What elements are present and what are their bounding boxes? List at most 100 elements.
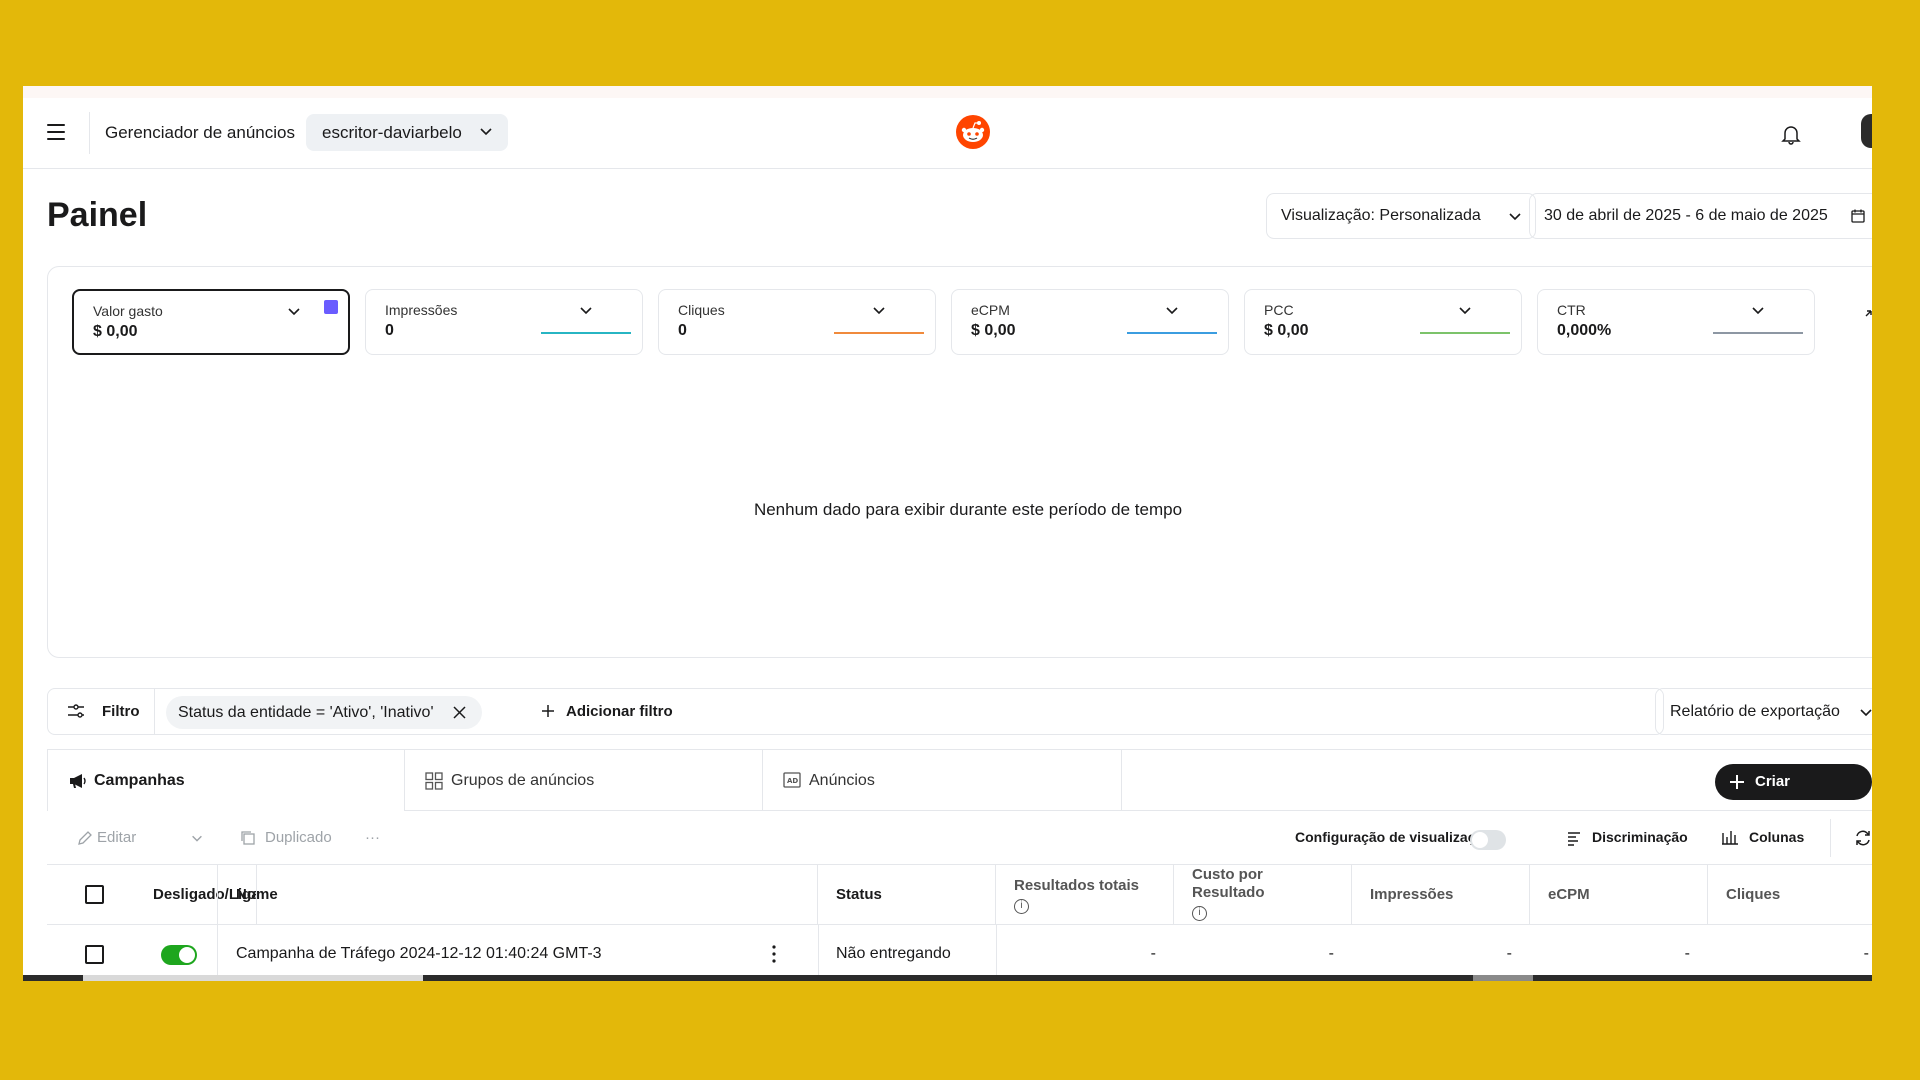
column-header-name-label: Nome <box>236 886 278 903</box>
metric-card-ctr[interactable]: CTR 0,000% <box>1537 289 1815 355</box>
table-row[interactable]: Campanha de Tráfego 2024-12-12 01:40:24 … <box>47 925 1872 981</box>
export-report-select[interactable]: Relatório de exportação <box>1655 688 1872 735</box>
breakdown-icon <box>1568 832 1580 846</box>
column-divider <box>818 925 819 981</box>
metric-label: Impressões <box>385 302 458 318</box>
tab-ads[interactable]: AD Anúncios <box>763 750 1122 811</box>
reddit-logo-icon[interactable] <box>955 114 991 150</box>
scrollbar-thumb[interactable] <box>1473 975 1533 981</box>
add-filter-button[interactable]: Adicionar filtro <box>541 689 673 734</box>
info-icon[interactable]: i <box>1014 899 1029 914</box>
columns-label: Colunas <box>1749 829 1805 845</box>
column-header-status[interactable]: Status <box>818 865 996 924</box>
app-window: Gerenciador de anúncios escritor-daviarb… <box>23 86 1872 981</box>
chevron-down-icon[interactable] <box>871 302 887 318</box>
collapse-icon[interactable] <box>1863 301 1872 319</box>
column-header-clicks[interactable]: Cliques <box>1708 865 1872 924</box>
top-strip <box>23 86 1872 98</box>
tab-label: Anúncios <box>809 772 875 789</box>
empty-chart-message: Nenhum dado para exibir durante este per… <box>753 500 1183 519</box>
metric-card-clicks[interactable]: Cliques 0 <box>658 289 936 355</box>
metric-card-ecpm[interactable]: eCPM $ 0,00 <box>951 289 1229 355</box>
page-title: Painel <box>47 196 148 234</box>
chevron-down-icon[interactable] <box>578 302 594 318</box>
filter-bar: Filtro Status da entidade = 'Ativo', 'In… <box>47 688 1664 735</box>
pencil-icon <box>78 831 92 845</box>
view-config-toggle[interactable] <box>1470 830 1506 850</box>
duplicate-label: Duplicado <box>265 829 332 846</box>
impressions-cell: - <box>1506 945 1512 962</box>
breakdown-label: Discriminação <box>1592 829 1688 845</box>
filter-chip[interactable]: Status da entidade = 'Ativo', 'Inativo' <box>166 696 482 729</box>
columns-button[interactable]: Colunas <box>1721 811 1804 864</box>
filter-sliders-icon <box>68 704 84 718</box>
table-header: Desligado/Ligado Nome Status Resultados … <box>47 865 1872 925</box>
filter-label: Filtro <box>102 703 140 720</box>
metric-value: 0 <box>385 322 394 339</box>
tab-ad-groups[interactable]: Grupos de anúncios <box>405 750 763 811</box>
avatar[interactable] <box>1861 114 1872 148</box>
column-header-results[interactable]: Resultados totais i <box>996 865 1174 924</box>
column-header-name[interactable]: Nome <box>217 865 818 924</box>
bell-icon[interactable] <box>1779 122 1803 146</box>
tab-label: Grupos de anúncios <box>451 772 595 789</box>
breakdown-button[interactable]: Discriminação <box>1566 811 1688 864</box>
entity-tabs: Campanhas Grupos de anúncios AD Anúncios <box>47 749 1872 811</box>
view-select[interactable]: Visualização: Personalizada <box>1266 193 1536 239</box>
account-selector[interactable]: escritor-daviarbelo <box>306 114 508 151</box>
filter-chip-text: Status da entidade = 'Ativo', 'Inativo' <box>178 704 434 721</box>
results-cell: - <box>1150 945 1156 962</box>
refresh-icon[interactable] <box>1853 828 1872 848</box>
chevron-down-icon <box>1509 213 1521 221</box>
info-icon[interactable]: i <box>1192 906 1207 921</box>
column-header-cost-label: Custo por Resultado <box>1192 866 1265 901</box>
chevron-down-icon <box>1860 709 1872 717</box>
chevron-down-icon[interactable] <box>1164 302 1180 318</box>
ecpm-cell: - <box>1684 945 1690 962</box>
chevron-down-icon[interactable] <box>1750 302 1766 318</box>
chevron-down-icon[interactable] <box>190 831 204 845</box>
metric-label: PCC <box>1264 302 1294 318</box>
create-campaign-button[interactable]: Criar campanha <box>1715 764 1872 826</box>
metric-value: $ 0,00 <box>1264 322 1309 339</box>
svg-text:AD: AD <box>787 777 798 785</box>
metric-card-spend[interactable]: Valor gasto $ 0,00 <box>72 289 350 355</box>
cost-per-result-cell: - <box>1328 945 1334 962</box>
copy-icon <box>241 831 255 845</box>
kebab-menu-icon[interactable] <box>772 945 776 963</box>
scrollbar-thumb[interactable] <box>83 975 423 981</box>
close-icon[interactable] <box>452 706 466 719</box>
column-header-cost-per-result[interactable]: Custo por Resultado i <box>1174 865 1352 924</box>
metric-card-impressions[interactable]: Impressões 0 <box>365 289 643 355</box>
plus-icon <box>542 705 554 717</box>
top-header: Gerenciador de anúncios escritor-daviarb… <box>23 98 1872 169</box>
account-name: escritor-daviarbelo <box>322 123 462 142</box>
campaign-on-off-toggle[interactable] <box>161 945 197 965</box>
edit-button[interactable]: Editar <box>77 811 136 864</box>
column-header-impressions[interactable]: Impressões <box>1352 865 1530 924</box>
grid-icon <box>425 772 443 790</box>
metric-card-cpc[interactable]: PCC $ 0,00 <box>1244 289 1522 355</box>
metric-label: eCPM <box>971 302 1010 318</box>
chevron-down-icon[interactable] <box>286 303 302 319</box>
sparkline <box>1420 332 1510 334</box>
duplicate-button[interactable]: Duplicado <box>239 811 332 864</box>
date-range-picker[interactable]: 30 de abril de 2025 - 6 de maio de 2025 <box>1529 193 1872 239</box>
menu-icon[interactable] <box>47 124 65 140</box>
view-select-label: Visualização: Personalizada <box>1281 207 1481 224</box>
select-all-checkbox[interactable] <box>85 885 104 904</box>
row-checkbox[interactable] <box>85 945 104 964</box>
tab-campaigns[interactable]: Campanhas <box>47 750 405 811</box>
sparkline <box>1713 332 1803 334</box>
metric-label: Valor gasto <box>93 303 163 319</box>
edit-label: Editar <box>97 829 137 846</box>
campaign-name-link[interactable]: Campanha de Tráfego 2024-12-12 01:40:24 … <box>236 925 602 981</box>
filter-button[interactable]: Filtro <box>48 689 155 734</box>
chevron-down-icon[interactable] <box>1457 302 1473 318</box>
megaphone-icon <box>70 774 86 788</box>
sparkline <box>1127 332 1217 334</box>
more-actions-button[interactable]: ··· <box>365 811 380 864</box>
column-header-ecpm[interactable]: eCPM <box>1530 865 1708 924</box>
metric-label: CTR <box>1557 302 1586 318</box>
export-label: Relatório de exportação <box>1670 703 1840 720</box>
